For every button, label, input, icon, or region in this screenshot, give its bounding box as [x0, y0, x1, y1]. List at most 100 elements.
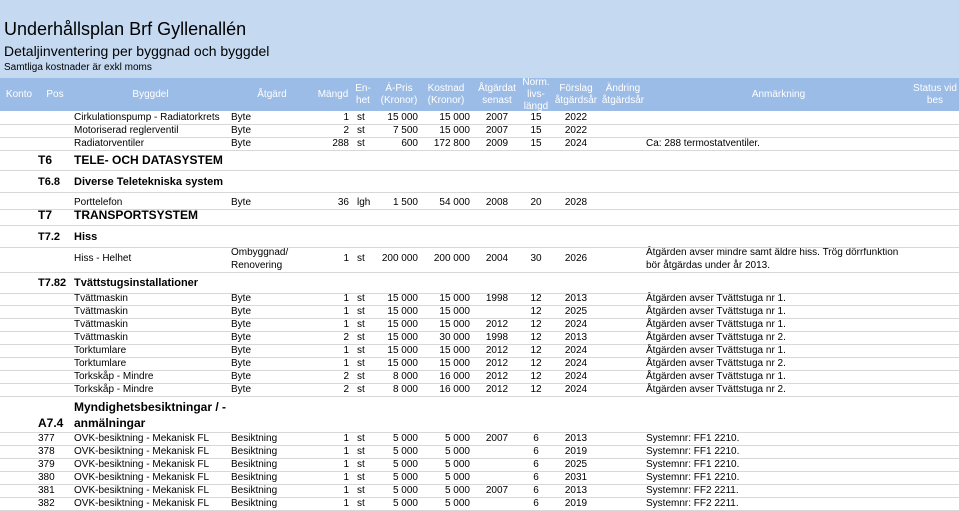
section-konto: T6.8 — [38, 176, 61, 188]
cell-apris: 8 000 — [392, 371, 418, 382]
cell-kostnad: 5 000 — [444, 433, 470, 444]
cell-senast — [474, 471, 520, 484]
cell-enhet: st — [357, 358, 365, 369]
cell-enhet: st — [357, 459, 365, 470]
cell-enhet: st — [357, 472, 365, 483]
cell-kostnad: 15 000 — [439, 319, 470, 330]
cell-byggdel: Radiatorventiler — [74, 138, 145, 149]
cell-pos — [38, 305, 72, 318]
cell-atgard: Besiktning — [231, 446, 278, 457]
header-mangd: Mängd — [317, 88, 349, 100]
cell-forslag: 2031 — [564, 472, 588, 483]
cell-mangd: 1 — [343, 433, 349, 444]
cell-anmarkning: Åtgärden avser Tvättstuga nr 1. — [646, 319, 786, 330]
header-kostnad: Kostnad (Kronor) — [427, 82, 465, 106]
cell-forslag: 2024 — [564, 138, 588, 149]
cell-forslag: 2013 — [564, 332, 588, 343]
cell-pos — [38, 357, 72, 370]
header-senast: Åtgärdat senast — [478, 82, 516, 106]
cell-kostnad: 5 000 — [444, 498, 470, 509]
cell-atgard: Besiktning — [231, 472, 278, 483]
cell-livslangd: 6 — [533, 446, 539, 457]
cell-byggdel: OVK-besiktning - Mekanisk FL — [74, 459, 210, 470]
header-byggdel: Byggdel — [132, 88, 169, 100]
cell-pos — [38, 137, 72, 150]
cell-apris: 15 000 — [387, 332, 418, 343]
cell-kostnad: 5 000 — [444, 446, 470, 457]
section-title: Myndighetsbesiktningar / - anmälningar — [74, 400, 227, 430]
cell-byggdel: Torktumlare — [74, 345, 127, 356]
cell-anmarkning: Åtgärden avser Tvättstuga nr 2. — [646, 384, 786, 395]
header-pos: Pos — [46, 88, 64, 100]
cell-livslangd: 15 — [530, 125, 542, 136]
cell-apris: 15 000 — [387, 306, 418, 317]
cell-enhet: st — [357, 485, 365, 496]
cell-forslag: 2013 — [564, 485, 588, 496]
cell-forslag: 2019 — [564, 446, 588, 457]
cell-forslag: 2026 — [564, 253, 588, 264]
cell-apris: 7 500 — [392, 125, 418, 136]
cell-anmarkning: Åtgärden avser Tvättstuga nr 1. — [646, 371, 786, 382]
cell-apris: 600 — [401, 138, 418, 149]
cell-byggdel: Torktumlare — [74, 358, 127, 369]
cell-senast: 2007 — [485, 112, 509, 123]
cell-atgard: Besiktning — [231, 485, 278, 496]
cell-pos: 380 — [38, 472, 55, 483]
cell-enhet: st — [357, 319, 365, 330]
cell-anmarkning — [646, 196, 911, 209]
cell-senast: 2012 — [485, 384, 509, 395]
cell-livslangd: 12 — [530, 358, 542, 369]
cell-forslag: 2024 — [564, 345, 588, 356]
cell-livslangd: 12 — [530, 319, 542, 330]
cell-anmarkning: Systemnr: FF2 2211. — [646, 485, 739, 496]
cell-apris: 15 000 — [387, 345, 418, 356]
cell-livslangd: 12 — [530, 371, 542, 382]
cell-mangd: 2 — [343, 332, 349, 343]
cell-kostnad: 200 000 — [433, 253, 470, 264]
cell-anmarkning — [646, 111, 911, 124]
cell-anmarkning: Åtgärden avser mindre samt äldre hiss. T… — [646, 247, 899, 271]
cell-livslangd: 12 — [530, 306, 542, 317]
cell-kostnad: 16 000 — [439, 384, 470, 395]
cell-byggdel: Torkskåp - Mindre — [74, 384, 154, 395]
cell-senast: 2012 — [485, 319, 509, 330]
cell-atgard: Byte — [231, 125, 252, 136]
cell-pos — [38, 383, 72, 396]
cell-pos — [38, 344, 72, 357]
cell-livslangd: 12 — [530, 332, 542, 343]
cell-mangd: 2 — [343, 384, 349, 395]
cell-apris: 15 000 — [387, 112, 418, 123]
report-subtitle: Detaljinventering per byggnad och byggde… — [4, 43, 270, 59]
cell-senast — [474, 497, 520, 510]
row-divider — [0, 272, 959, 273]
cell-mangd: 1 — [343, 485, 349, 496]
cell-apris: 5 000 — [392, 433, 418, 444]
cell-pos: 382 — [38, 498, 55, 509]
cell-mangd: 1 — [343, 319, 349, 330]
header-livslangd: Norm. livs- längd — [522, 76, 550, 112]
cell-senast — [474, 458, 520, 471]
section-konto: T6 — [38, 153, 53, 167]
cell-anmarkning: Systemnr: FF1 2210. — [646, 472, 740, 483]
cell-enhet: st — [357, 138, 365, 149]
cell-forslag: 2024 — [564, 358, 588, 369]
cell-mangd: 2 — [343, 125, 349, 136]
cell-mangd: 1 — [343, 358, 349, 369]
row-divider — [0, 225, 959, 226]
cell-enhet: st — [357, 306, 365, 317]
table-header: Konto Pos Byggdel Åtgärd Mängd En- het Á… — [0, 76, 959, 112]
cell-atgard: Besiktning — [231, 433, 278, 444]
cell-kostnad: 15 000 — [439, 112, 470, 123]
header-enhet: En- het — [355, 82, 371, 106]
section-title: Hiss — [74, 231, 98, 243]
cell-atgard: Byte — [231, 112, 252, 123]
cell-senast — [474, 305, 520, 318]
cell-apris: 8 000 — [392, 384, 418, 395]
cell-enhet: st — [357, 345, 365, 356]
cell-senast: 1998 — [485, 332, 509, 343]
cell-forslag: 2013 — [564, 433, 588, 444]
cell-enhet: st — [357, 384, 365, 395]
row-divider — [0, 396, 959, 397]
cell-mangd: 1 — [343, 253, 349, 264]
cell-forslag: 2024 — [564, 319, 588, 330]
